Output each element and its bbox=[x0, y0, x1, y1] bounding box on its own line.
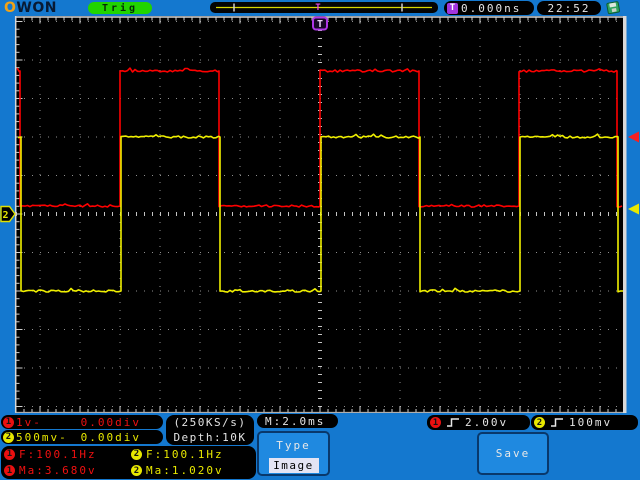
rising-edge-icon bbox=[551, 418, 563, 427]
trigger1-level: 2.00v bbox=[465, 416, 509, 429]
trig-status-label: Trig bbox=[101, 2, 139, 14]
clock: 22:52 bbox=[537, 1, 601, 15]
trigger1-badge: 1 bbox=[430, 417, 441, 428]
menu-type-label: Type bbox=[276, 439, 311, 452]
ch1-position: 0.00div bbox=[80, 415, 141, 429]
ch1-trigger-readout: 1 2.00v bbox=[427, 415, 530, 430]
owon-logo: OWON bbox=[4, 0, 57, 16]
usb-disk-icon bbox=[606, 1, 621, 15]
ch2-scale: 500mv- bbox=[16, 430, 68, 444]
trigger2-level: 100mv bbox=[569, 416, 613, 429]
record-depth: Depth:10K bbox=[173, 431, 247, 444]
owon-logo-rest: WON bbox=[16, 0, 57, 16]
save-button[interactable]: Save bbox=[477, 432, 549, 475]
ch1-trigger-level-arrow[interactable] bbox=[628, 131, 639, 143]
owon-logo-o: O bbox=[4, 0, 17, 16]
trigger-time-value: 0.000ns bbox=[461, 1, 522, 15]
ch2-max: Ma:1.020v bbox=[146, 464, 224, 478]
meas-ma1-badge: 1 bbox=[4, 465, 15, 477]
trig-status-badge: Trig bbox=[88, 2, 152, 14]
bar-trigger-marker: T bbox=[315, 3, 321, 13]
trigger-time-icon: T bbox=[447, 2, 458, 14]
trigger-position-marker[interactable]: T bbox=[312, 16, 328, 31]
trigger-position-marker-label: T bbox=[317, 19, 323, 30]
ch2-frequency: F:100.1Hz bbox=[146, 447, 224, 461]
timebase-value: M:2.0ms bbox=[265, 414, 326, 428]
waveform-display: T 2 bbox=[0, 16, 639, 413]
measurements-panel: 1 F:100.1Hz 2 F:100.1Hz 1 Ma:3.680v 2 Ma:1.0… bbox=[1, 446, 256, 479]
ch2-trigger-readout: 2 100mv bbox=[531, 415, 638, 430]
horizontal-position-bar[interactable]: T bbox=[210, 2, 438, 13]
ch1-scale: 1v- bbox=[16, 415, 42, 429]
ch2-zero-marker[interactable]: 2 bbox=[0, 205, 16, 223]
oscilloscope-screen: { "header": { "logo_o": "O", "logo_rest"… bbox=[0, 0, 640, 480]
ch1-frequency: F:100.1Hz bbox=[19, 447, 97, 461]
ch2-status-row: 2 500mv- 0.00div bbox=[1, 430, 163, 444]
ch2-zero-marker-label: 2 bbox=[3, 210, 9, 221]
ch2-position: 0.00div bbox=[80, 430, 141, 444]
meas-ma2-badge: 2 bbox=[131, 465, 142, 477]
menu-type-value[interactable]: Image bbox=[268, 458, 319, 473]
menu-type-button[interactable]: Type Image bbox=[257, 431, 330, 476]
ch2-trigger-level-arrow[interactable] bbox=[628, 203, 639, 215]
rising-edge-icon bbox=[447, 418, 459, 427]
ch1-status-row: 1 1v- 0.00div bbox=[1, 415, 163, 429]
ch1-badge: 1 bbox=[3, 416, 14, 428]
clock-value: 22:52 bbox=[547, 1, 591, 15]
acquisition-readout: (250KS/s) Depth:10K bbox=[166, 415, 254, 445]
plot-right-border bbox=[623, 16, 627, 413]
timebase-readout: M:2.0ms bbox=[257, 414, 338, 428]
save-button-label: Save bbox=[495, 447, 531, 460]
ch2-badge: 2 bbox=[3, 431, 14, 443]
trigger-time-readout: T 0.000ns bbox=[444, 1, 534, 15]
meas-f1-badge: 1 bbox=[4, 448, 15, 460]
ch1-max: Ma:3.680v bbox=[19, 464, 97, 478]
trigger2-badge: 2 bbox=[534, 417, 545, 428]
meas-f2-badge: 2 bbox=[131, 448, 142, 460]
sample-rate: (250KS/s) bbox=[173, 416, 247, 429]
